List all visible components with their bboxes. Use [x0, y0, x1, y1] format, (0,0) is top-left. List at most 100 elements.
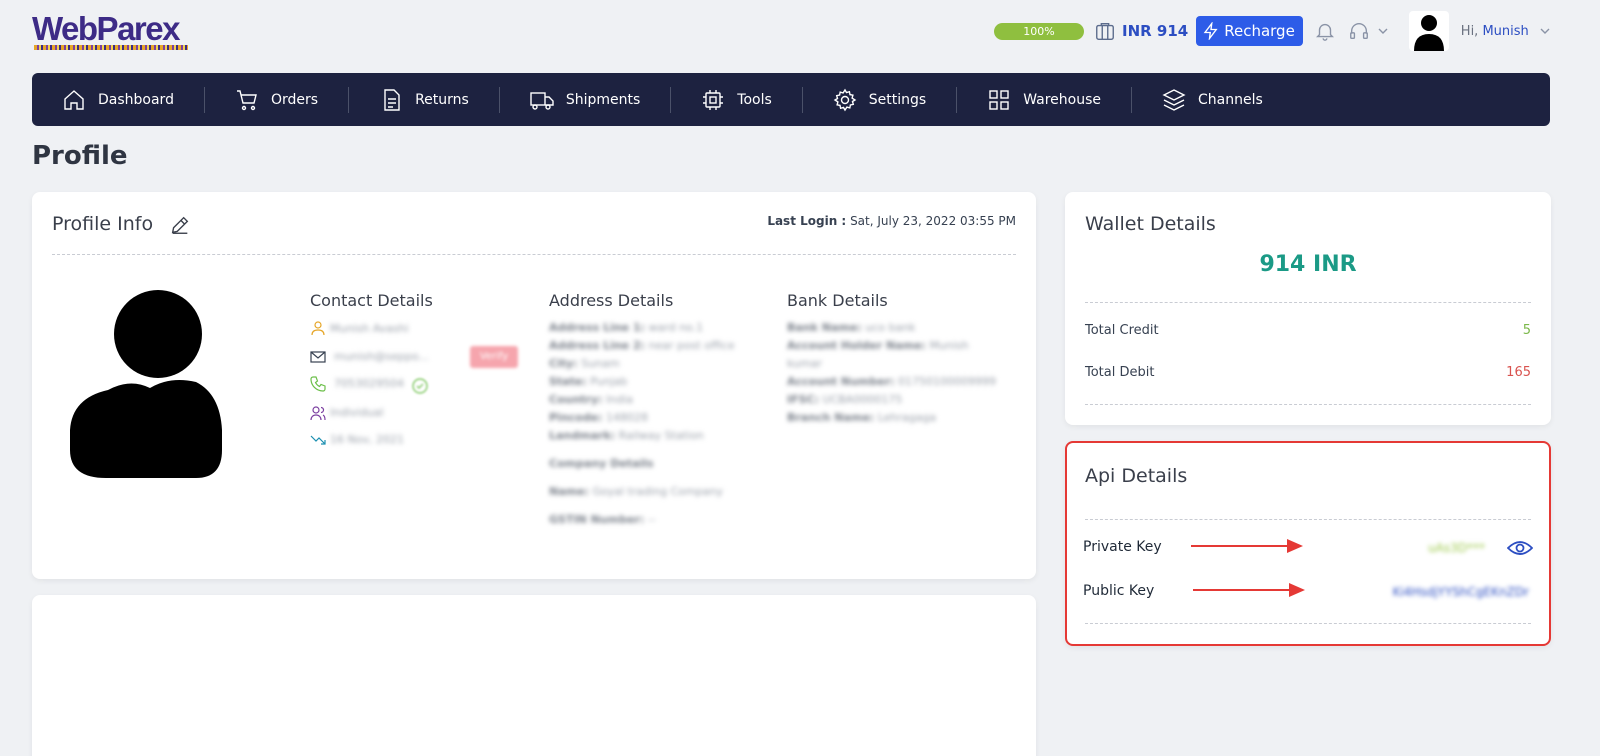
bank-line: Account Holder Name: Munish: [787, 339, 969, 352]
nav-item-channels[interactable]: Channels: [1162, 73, 1263, 126]
private-key-label: Private Key: [1083, 539, 1162, 555]
bell-icon: [1315, 23, 1334, 41]
document-icon: [384, 88, 400, 111]
contact-email: munish@seppo...: [334, 350, 429, 363]
last-login: Last Login : Sat, July 23, 2022 03:55 PM: [767, 214, 1016, 228]
address-line: City: Sunam: [549, 357, 620, 370]
verified-check-icon: [412, 378, 428, 394]
profile-info-title: Profile Info: [52, 213, 154, 235]
page-title: Profile: [32, 141, 128, 171]
address-line: Country: India: [549, 393, 634, 406]
total-debit-label: Total Debit: [1085, 365, 1155, 380]
divider: [1085, 623, 1531, 624]
profile-avatar: [70, 290, 222, 478]
verify-email-badge[interactable]: Verify: [470, 346, 518, 368]
address-line: Pincode: 148028: [549, 411, 648, 424]
users-icon: [310, 406, 326, 421]
bank-line: kumar: [787, 357, 822, 370]
logo-stripe: [34, 45, 188, 50]
eye-icon[interactable]: [1507, 538, 1533, 558]
notifications-button[interactable]: [1313, 19, 1337, 43]
user-icon: [311, 321, 325, 336]
nav-divider: [956, 86, 958, 113]
divider: [1085, 302, 1531, 303]
last-login-value: Sat, July 23, 2022 03:55 PM: [850, 214, 1016, 228]
headset-icon: [1349, 23, 1368, 40]
trend-down-icon: [310, 435, 326, 445]
header-actions: 100% INR 914 Recharge Hi, Munish: [994, 11, 1551, 51]
edit-pencil-icon[interactable]: [169, 214, 191, 236]
nav-item-orders[interactable]: Orders: [235, 73, 318, 126]
nav-label: Orders: [270, 91, 319, 108]
bank-line: Bank Name: uco bank: [787, 321, 916, 334]
company-details-title: Company Details: [549, 457, 654, 470]
wallet-details-card: Wallet Details 914 INR Total Credit 5 To…: [1065, 192, 1551, 425]
nav-label: Returns: [415, 91, 469, 108]
divider: [1085, 404, 1531, 405]
nav-item-shipments[interactable]: Shipments: [530, 73, 640, 126]
nav-divider: [1131, 86, 1133, 113]
api-details-title: Api Details: [1085, 465, 1188, 487]
lightning-icon: [1203, 22, 1218, 40]
nav-label: Warehouse: [1023, 91, 1102, 108]
chevron-down-icon[interactable]: [1377, 25, 1389, 37]
api-details-card: Api Details Private Key uAs3D*** Public …: [1065, 441, 1551, 646]
nav-divider: [498, 86, 500, 113]
total-debit-value: 165: [1506, 365, 1531, 380]
contact-joined-date: 16 Nov, 2021: [330, 433, 404, 446]
logo-text: WebParex: [32, 10, 180, 47]
main-nav: Dashboard Orders Returns Shipments Tools…: [32, 73, 1550, 126]
layers-icon: [1162, 88, 1186, 111]
contact-details-title: Contact Details: [310, 291, 433, 310]
nav-label: Dashboard: [98, 91, 174, 108]
nav-item-dashboard[interactable]: Dashboard: [62, 73, 174, 126]
arrow-right-icon: [1191, 539, 1303, 553]
profile-info-card: Profile Info Last Login : Sat, July 23, …: [32, 192, 1036, 579]
nav-item-warehouse[interactable]: Warehouse: [987, 73, 1101, 126]
wallet-icon: [1096, 22, 1114, 40]
user-greeting[interactable]: Hi, Munish: [1461, 24, 1529, 39]
wallet-details-title: Wallet Details: [1085, 213, 1216, 235]
bank-line: IFSC: UCBA0000175: [787, 393, 903, 406]
gear-icon: [833, 88, 857, 111]
user-name: Munish: [1482, 23, 1529, 39]
public-key-value: Ki4HsdjYYShCgEKnZDr: [1392, 585, 1529, 599]
nav-item-returns[interactable]: Returns: [379, 73, 469, 126]
nav-divider: [348, 86, 350, 113]
bank-details-title: Bank Details: [787, 291, 888, 310]
nav-divider: [801, 86, 803, 113]
total-credit-value: 5: [1522, 323, 1531, 338]
total-credit-label: Total Credit: [1085, 323, 1159, 338]
greeting-prefix: Hi,: [1460, 23, 1479, 39]
nav-divider: [203, 86, 205, 113]
phone-icon: [310, 376, 326, 392]
wallet-amount: 914 INR: [1259, 252, 1357, 277]
gstin-number: GSTIN Number: --: [549, 513, 656, 526]
user-silhouette-icon: [1413, 15, 1444, 51]
nav-divider: [670, 86, 672, 113]
nav-item-settings[interactable]: Settings: [833, 73, 926, 126]
divider: [1085, 519, 1531, 520]
total-debit-row: Total Debit 165: [1085, 365, 1531, 380]
address-line: Landmark: Railway Station: [549, 429, 704, 442]
recharge-label: Recharge: [1224, 22, 1295, 40]
contact-phone: 7053029504: [334, 377, 404, 390]
avatar[interactable]: [1408, 11, 1449, 51]
grid-icon: [989, 89, 1009, 110]
nav-label: Tools: [737, 91, 772, 108]
bank-line: Account Number: 01750100009999: [787, 375, 997, 388]
arrow-right-icon: [1193, 583, 1305, 597]
support-button[interactable]: [1347, 19, 1371, 43]
cart-icon: [236, 89, 257, 110]
brand-logo[interactable]: WebParex: [32, 10, 190, 50]
contact-name: Munish Avashi: [330, 322, 409, 335]
last-login-label: Last Login :: [767, 214, 847, 228]
wallet-balance[interactable]: INR 914: [1122, 22, 1188, 40]
truck-icon: [530, 91, 554, 110]
recharge-button[interactable]: Recharge: [1196, 16, 1303, 46]
address-details-title: Address Details: [549, 291, 674, 310]
address-line: State: Punjab: [549, 375, 628, 388]
public-key-label: Public Key: [1083, 583, 1155, 599]
user-menu-chevron-icon[interactable]: [1539, 25, 1551, 37]
nav-item-tools[interactable]: Tools: [701, 73, 772, 126]
